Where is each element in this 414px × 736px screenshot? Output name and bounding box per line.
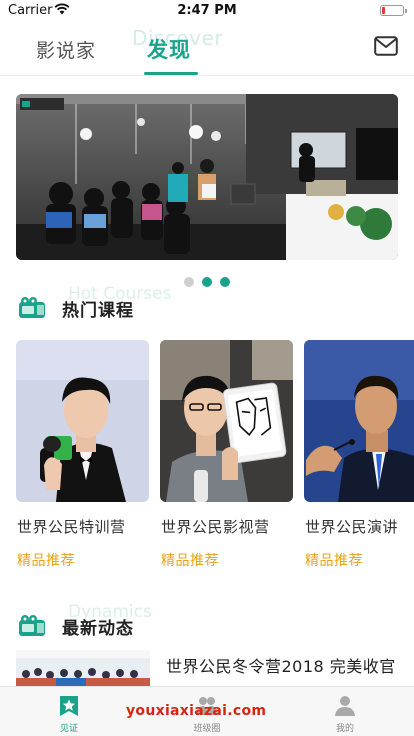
tab-yingshuojia[interactable]: 影说家 [36, 36, 96, 63]
news-title: 世界公民冬令营2018 完美收官 [166, 657, 396, 676]
hot-courses-list: 世界公民特训营 精品推荐 世界公民影视营 精品推荐 世界公民演讲 精品推荐 [16, 340, 414, 580]
dynamics-title: 最新动态 [62, 619, 134, 639]
status-bar: Carrier 2:47 PM [0, 0, 414, 22]
top-nav: 影说家 Discover 发现 [0, 22, 414, 76]
person-icon [335, 696, 355, 716]
course-thumbnail [304, 340, 414, 502]
tab-underline [144, 72, 198, 75]
tab-discover-label: 发现 [147, 38, 191, 62]
course-tag: 精品推荐 [305, 553, 363, 569]
battery-icon [380, 5, 407, 16]
banner-carousel[interactable] [16, 94, 398, 260]
course-card[interactable]: 世界公民演讲 精品推荐 [304, 340, 414, 569]
course-card[interactable]: 世界公民特训营 精品推荐 [16, 340, 149, 569]
pager-dot[interactable] [220, 277, 230, 287]
tab-mine[interactable]: 我的 [276, 687, 414, 736]
battery-level [382, 7, 385, 14]
course-title: 世界公民特训营 [17, 518, 126, 536]
course-tag: 精品推荐 [17, 553, 75, 569]
course-thumbnail [160, 340, 293, 502]
course-card[interactable]: 世界公民影视营 精品推荐 [160, 340, 293, 569]
pager-dot[interactable] [202, 277, 212, 287]
camera-icon [19, 615, 45, 636]
tab-discover[interactable]: Discover 发现 [132, 22, 222, 76]
course-title: 世界公民影视营 [161, 518, 270, 536]
site-watermark: youxiaxiazai.com [126, 703, 267, 719]
course-tag: 精品推荐 [161, 553, 219, 569]
hot-courses-header: Hot Courses 热门课程 [16, 284, 398, 328]
camera-icon [19, 297, 45, 318]
pager-dot[interactable] [184, 277, 194, 287]
banner-image [16, 94, 398, 260]
tab-witness-label: 见证 [59, 724, 78, 734]
dynamics-header: Dynamics 最新动态 [16, 602, 398, 646]
tab-class-circle-label: 班级圈 [193, 724, 221, 734]
tab-witness[interactable]: 见证 [0, 687, 138, 736]
course-thumbnail [16, 340, 149, 502]
news-thumbnail [16, 650, 150, 686]
course-title: 世界公民演讲 [305, 518, 399, 536]
hot-courses-title: 热门课程 [62, 301, 134, 321]
news-item[interactable]: 世界公民冬令营2018 完美收官 [16, 650, 398, 686]
mail-icon[interactable] [374, 36, 398, 56]
star-badge-icon [60, 696, 78, 716]
clock: 2:47 PM [177, 3, 237, 18]
tab-mine-label: 我的 [335, 724, 354, 734]
